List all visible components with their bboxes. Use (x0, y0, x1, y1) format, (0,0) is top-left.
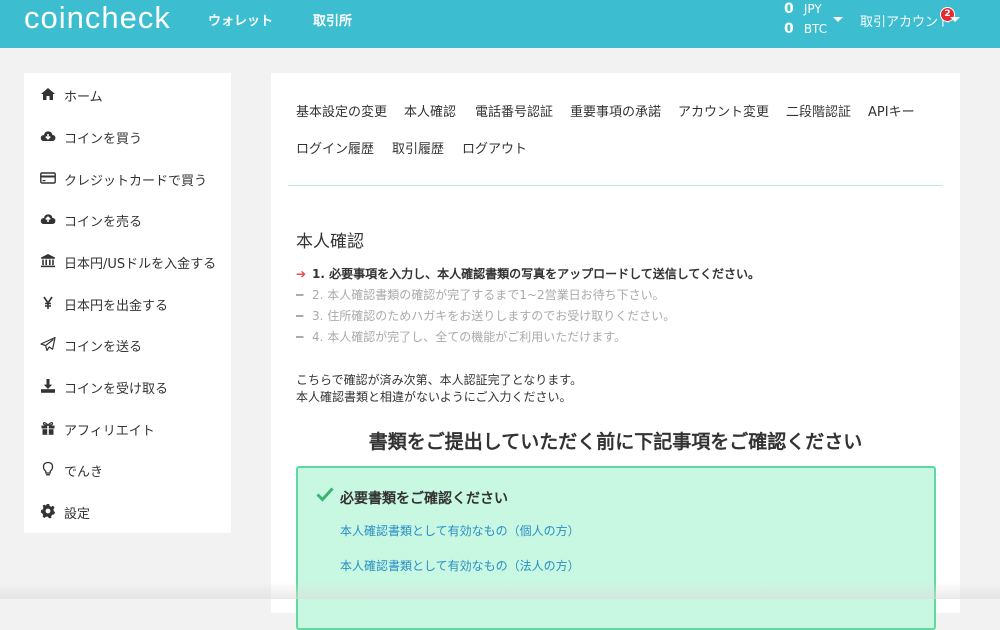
tab-basic-settings[interactable]: 基本設定の変更 (296, 101, 387, 120)
gear-icon (40, 504, 55, 519)
sidebar-item-denki[interactable]: でんき (24, 454, 231, 484)
dash-icon: ━ (296, 330, 304, 344)
step-item: ➔ 1. 必要事項を入力し、本人確認書類の写真をアップロードして送信してください。 (296, 265, 760, 282)
sidebar-item-label: クレジットカードで買う (64, 174, 208, 189)
nav-wallet[interactable]: ウォレット (208, 10, 273, 29)
sidebar-item-label: コインを送る (64, 340, 143, 355)
home-icon (41, 88, 55, 100)
sidebar-item-affiliate[interactable]: アフィリエイト (24, 413, 231, 443)
tab-trade-history[interactable]: 取引履歴 (392, 138, 444, 157)
tab-account-change[interactable]: アカウント変更 (678, 101, 769, 120)
paper-plane-icon (40, 336, 56, 351)
info-note: 本人確認書類と相違がないようにご入力ください。 (296, 390, 572, 404)
account-dropdown-caret-icon[interactable] (950, 17, 960, 22)
download-tray-icon (41, 379, 55, 393)
sidebar-item-buy-credit-card[interactable]: クレジットカードで買う (24, 163, 231, 193)
sidebar-item-settings[interactable]: 設定 (24, 496, 231, 526)
cloud-upload-icon (40, 214, 56, 224)
balance-jpy-amount: 0 (784, 1, 794, 17)
tab-identity-verification[interactable]: 本人確認 (404, 101, 456, 120)
balance-btc: 0 BTC (784, 21, 827, 37)
checkmark-icon (316, 487, 334, 502)
sidebar-item-label: 設定 (64, 507, 91, 522)
balance-btc-amount: 0 (784, 21, 794, 37)
step-text: 2. 本人確認書類の確認が完了するまで1~2営業日お待ち下さい。 (312, 288, 665, 302)
step-text: 3. 住所確認のためハガキをお送りしますのでお受け取りください。 (312, 309, 676, 323)
top-header: coincheck ウォレット 取引所 0 JPY 0 BTC 取引アカウント … (0, 0, 1000, 48)
sidebar-item-send-coin[interactable]: コインを送る (24, 329, 231, 359)
sidebar-item-label: アフィリエイト (64, 424, 155, 439)
cloud-download-icon (40, 131, 56, 141)
step-item: ━ 3. 住所確認のためハガキをお送りしますのでお受け取りください。 (296, 307, 675, 324)
balance-jpy-currency: JPY (803, 2, 822, 16)
sidebar-item-withdraw[interactable]: 日本円を出金する (24, 288, 231, 318)
sidebar-item-deposit[interactable]: 日本円/USドルを入金する (24, 246, 231, 276)
dash-icon: ━ (296, 309, 304, 323)
step-text: 1. 必要事項を入力し、本人確認書類の写真をアップロードして送信してください。 (312, 267, 761, 281)
account-menu[interactable]: 取引アカウント (860, 11, 951, 30)
tab-phone-verification[interactable]: 電話番号認証 (475, 101, 553, 120)
step-item: ━ 2. 本人確認書類の確認が完了するまで1~2営業日お待ち下さい。 (296, 286, 665, 303)
sidebar-item-sell-coin[interactable]: コインを売る (24, 204, 231, 234)
nav-exchange[interactable]: 取引所 (313, 10, 352, 29)
step-text: 4. 本人確認が完了し、全ての機能がご利用いただけます。 (312, 330, 627, 344)
sidebar-item-label: 日本円/USドルを入金する (64, 257, 217, 272)
sidebar-item-label: コインを受け取る (64, 382, 169, 397)
dash-icon: ━ (296, 288, 304, 302)
tab-login-history[interactable]: ログイン履歴 (296, 138, 374, 157)
info-note: こちらで確認が済み次第、本人認証完了となります。 (296, 373, 583, 387)
main-panel: 基本設定の変更 本人確認 電話番号認証 重要事項の承諾 アカウント変更 二段階認… (271, 73, 960, 630)
notice-heading: 書類をご提出していただく前に下記事項をご確認ください (368, 431, 863, 453)
tab-api-key[interactable]: APIキー (868, 101, 915, 120)
gift-icon (41, 421, 55, 435)
page-title: 本人確認 (296, 232, 364, 252)
tab-divider (288, 185, 943, 186)
link-individual-docs[interactable]: 本人確認書類として有効なもの（個人の方） (340, 522, 580, 539)
tab-two-factor[interactable]: 二段階認証 (786, 101, 851, 120)
link-corporate-docs[interactable]: 本人確認書類として有効なもの（法人の方） (340, 557, 580, 574)
sidebar-item-label: ホーム (64, 90, 103, 105)
required-documents-panel: 必要書類をご確認ください 本人確認書類として有効なもの（個人の方） 本人確認書類… (296, 466, 936, 630)
arrow-right-icon: ➔ (296, 267, 307, 281)
panel-title: 必要書類をご確認ください (340, 491, 508, 507)
balance-jpy: 0 JPY (784, 1, 822, 17)
sidebar-item-label: 日本円を出金する (64, 299, 169, 314)
sidebar-item-buy-coin[interactable]: コインを買う (24, 121, 231, 151)
sidebar: ホーム コインを買う クレジットカードで買う コインを売る 日本円/USドルを入… (24, 73, 231, 533)
credit-card-icon (40, 172, 56, 184)
balance-btc-currency: BTC (803, 22, 828, 36)
balance-dropdown-caret-icon[interactable] (833, 17, 843, 22)
sidebar-item-home[interactable]: ホーム (24, 79, 231, 109)
sidebar-item-receive-coin[interactable]: コインを受け取る (24, 371, 231, 401)
yen-icon (43, 296, 53, 309)
sidebar-item-label: コインを売る (64, 215, 143, 230)
lightbulb-icon (42, 461, 54, 476)
bank-icon (41, 254, 55, 268)
tab-important-terms[interactable]: 重要事項の承諾 (570, 101, 661, 120)
sidebar-item-label: コインを買う (64, 132, 143, 147)
step-item: ━ 4. 本人確認が完了し、全ての機能がご利用いただけます。 (296, 328, 626, 345)
coincheck-logo[interactable]: coincheck (24, 0, 171, 40)
sidebar-item-label: でんき (64, 465, 104, 480)
tab-logout[interactable]: ログアウト (462, 138, 527, 157)
